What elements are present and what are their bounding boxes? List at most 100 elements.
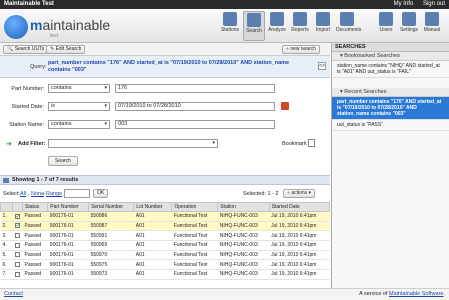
new-search-button[interactable]: + new search [282, 45, 320, 54]
cell-part: 900176-01 [47, 221, 89, 232]
nav-search-button[interactable]: Search [243, 11, 265, 41]
ok-button[interactable]: OK [93, 189, 109, 198]
query-text: part_number contains "176" AND started_a… [48, 60, 290, 73]
row-checkbox[interactable] [14, 213, 21, 220]
cell-date: Jul 19, 2010 6:41pm [269, 211, 330, 222]
bookmark-link[interactable]: Bookmark [282, 141, 307, 147]
filter-row-part-number: Part Number: contains 176 [0, 84, 330, 96]
filter-value-input[interactable]: 003 [115, 120, 275, 129]
cell-n: 4. [0, 240, 13, 251]
sign-out-link[interactable]: Sign out [423, 1, 445, 7]
range-input[interactable] [64, 189, 90, 198]
saved-search-item[interactable]: uut_status is "PASS" [332, 120, 449, 131]
cell-station: NIHQ-FUNC-003 [217, 211, 270, 222]
chart-icon [270, 12, 284, 26]
contact-link[interactable]: Contact [4, 289, 23, 300]
collapse-icon[interactable]: <> [318, 62, 326, 70]
col-header[interactable]: Lot Number [133, 202, 173, 212]
operator-select[interactable]: contains [48, 120, 110, 129]
row-checkbox[interactable] [14, 232, 20, 238]
table-row[interactable]: 6. Passed 900176-01 550975 A01 Functional Tes… [0, 259, 330, 271]
cell-part: 900176-01 [47, 259, 89, 271]
cell-part: 900176-01 [47, 250, 89, 261]
row-checkbox[interactable] [14, 242, 20, 248]
operator-select[interactable]: is [48, 102, 110, 111]
select-label: Select: [3, 191, 20, 197]
row-checkbox[interactable] [14, 252, 20, 258]
maintainable-software-link[interactable]: Maintainable Software [389, 291, 443, 297]
app-titlebar: Maintainable Test My Info Sign out [0, 0, 449, 9]
filter-value-input[interactable]: 07/19/2010 to 07/28/2010 [115, 102, 275, 111]
cell-lot: A01 [133, 221, 172, 232]
documents-icon [340, 12, 354, 26]
gear-icon [402, 12, 416, 26]
cell-op: Functional Test [171, 211, 218, 222]
nav-analyze-button[interactable]: Analyze [266, 11, 288, 41]
nav-reports-button[interactable]: Reports [289, 11, 311, 41]
table-row[interactable]: 2. Passed900176-01550987A01Functional Tes… [0, 221, 330, 232]
app-header: maintainable test Stations Search Analyze R… [0, 9, 449, 43]
cell-lot: A01 [133, 259, 172, 271]
table-row[interactable]: 3. Passed 900176-01 550991 A01 Functional Tes… [0, 230, 330, 242]
footer: Contact A service of Maintainable Softwa… [0, 288, 449, 300]
table-row[interactable]: 1. Passed900176-01550986A01Functional Tes… [0, 211, 330, 222]
app-title: Maintainable Test [4, 1, 54, 7]
book-icon [425, 12, 439, 26]
col-header[interactable]: Status [21, 202, 49, 212]
calendar-icon[interactable] [281, 102, 289, 110]
nav-import-button[interactable]: Import [312, 11, 334, 41]
query-label: Query: [30, 64, 47, 70]
cell-lot: A01 [133, 250, 172, 261]
row-checkbox[interactable] [14, 271, 20, 277]
nav-documents-button[interactable]: Documents [336, 11, 361, 41]
nav-users-button[interactable]: Users [375, 11, 397, 41]
cell-part: 900176-01 [47, 269, 89, 280]
service-credit: A service of Maintainable Software. [359, 291, 445, 297]
operator-select[interactable]: contains [48, 84, 110, 93]
select-all-link[interactable]: All [20, 191, 26, 197]
edit-search-button[interactable]: ✎ Edit Search [46, 45, 86, 54]
cell-op: Functional Test [171, 250, 218, 261]
my-info-link[interactable]: My Info [394, 1, 414, 7]
row-checkbox[interactable] [14, 261, 20, 267]
cell-status: Passed [22, 221, 48, 232]
col-header[interactable]: Operation [171, 202, 219, 212]
nav-label: Import [315, 27, 331, 33]
nav-stations-button[interactable]: Stations [219, 11, 241, 41]
cell-serial: 550975 [88, 259, 134, 271]
cell-part: 900176-01 [47, 230, 89, 242]
add-filter-select[interactable] [48, 139, 218, 148]
search-toolbar: 🔍 Search UUTs ✎ Edit Search + new search [0, 43, 330, 56]
select-range-link[interactable]: Range [46, 191, 62, 197]
logo-text: maintainable [30, 17, 111, 33]
cell-status: Passed [22, 269, 48, 280]
saved-search-item[interactable]: station_name contains "NIHQ" AND started… [332, 61, 449, 78]
nav-manual-button[interactable]: Manual [421, 11, 443, 41]
nav-settings-button[interactable]: Settings [398, 11, 420, 41]
cell-part: 900176-01 [47, 240, 89, 251]
row-checkbox[interactable] [14, 222, 21, 229]
saved-search-item[interactable]: part_number contains "176" AND started_a… [332, 97, 449, 120]
cell-serial: 550969 [88, 240, 134, 251]
cell-date: Jul 19, 2010 6:41pm [269, 230, 330, 242]
filter-value-input[interactable]: 176 [115, 84, 275, 93]
table-row[interactable]: 7. Passed 900176-01 550973 A01 Functional Tes… [0, 269, 330, 280]
recent-searches-header[interactable]: ▾ Recent Searches [332, 88, 449, 97]
col-header[interactable]: Started Date [268, 202, 331, 212]
table-row[interactable]: 4. Passed 900176-01 550969 A01 Functional Tes… [0, 240, 330, 251]
search-button[interactable]: Search [48, 156, 78, 166]
cell-serial: 550987 [88, 221, 134, 232]
cell-op: Functional Test [171, 221, 218, 232]
col-header[interactable]: Part Number [47, 202, 90, 212]
table-row[interactable]: 5. Passed 900176-01 550970 A01 Functional Tes… [0, 250, 330, 261]
cell-serial: 550970 [88, 250, 134, 261]
bookmark-icon[interactable] [308, 139, 315, 147]
actions-button[interactable]: + actions ▾ [283, 189, 316, 198]
col-header[interactable]: Station [217, 202, 270, 212]
bookmarked-searches-header[interactable]: ▾ Bookmarked Searches [332, 52, 449, 61]
monitor-icon [223, 12, 237, 26]
results-summary: Showing 1 - 7 of 7 results [0, 175, 330, 185]
search-uuts-button[interactable]: 🔍 Search UUTs [3, 45, 49, 54]
col-header[interactable]: Serial Number [88, 202, 135, 212]
searches-sidebar: SEARCHES ▾ Bookmarked Searches station_n… [331, 43, 449, 288]
